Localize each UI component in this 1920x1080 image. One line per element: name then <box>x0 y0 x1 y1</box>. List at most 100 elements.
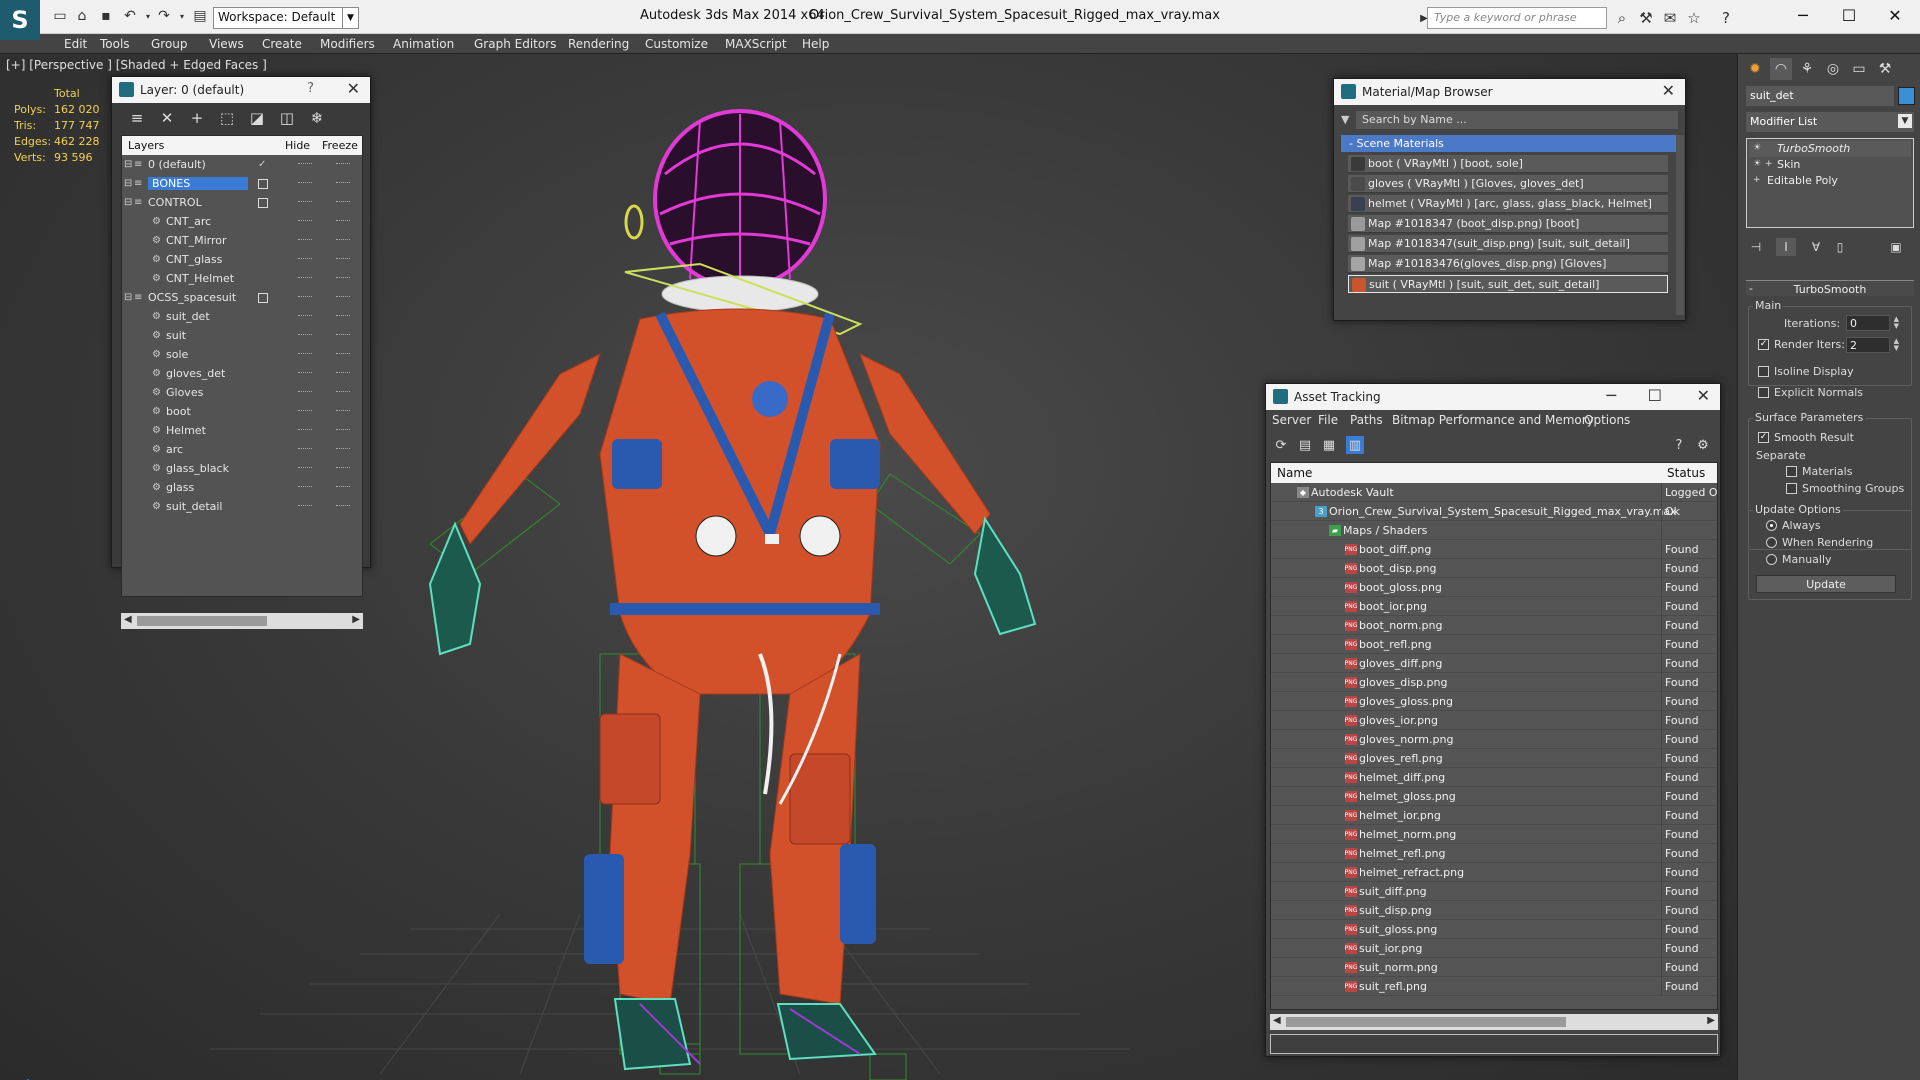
menu-create[interactable]: Create <box>262 37 302 51</box>
favorites-star-icon[interactable]: ☆ <box>1684 8 1704 28</box>
hide-toggle[interactable] <box>298 429 312 431</box>
freeze-all-icon[interactable]: ❄ <box>306 107 328 129</box>
collapse-icon[interactable]: - <box>1749 282 1753 295</box>
layer-row[interactable]: ⚙ suit_detail <box>122 498 362 517</box>
hide-toggle[interactable] <box>298 372 312 374</box>
minimize-icon[interactable]: ─ <box>1780 0 1826 30</box>
asset-menu-server[interactable]: Server <box>1272 413 1311 427</box>
layer-row[interactable]: ⊟ ≡ OCSS_spacesuit <box>122 289 362 308</box>
suit-body[interactable] <box>459 308 991 1005</box>
layer-row[interactable]: ⚙ glass_black <box>122 460 362 479</box>
material-item[interactable]: gloves ( VRayMtl ) [Gloves, gloves_det] <box>1348 175 1668 193</box>
layer-row[interactable]: ⚙ boot <box>122 403 362 422</box>
workspace-select[interactable]: Workspace: Default ▼ <box>213 7 359 29</box>
menu-help[interactable]: Help <box>802 37 829 51</box>
hide-toggle[interactable] <box>298 505 312 507</box>
asset-row[interactable]: PNG boot_disp.png Found <box>1271 559 1717 578</box>
render-iters-checkbox[interactable]: ✓ <box>1758 339 1769 350</box>
layer-row[interactable]: ⚙ CNT_arc <box>122 213 362 232</box>
menu-customize[interactable]: Customize <box>645 37 708 51</box>
hide-toggle[interactable] <box>298 296 312 298</box>
configure-sets-icon[interactable]: ▣ <box>1886 238 1906 256</box>
layer-row[interactable]: ⚙ suit <box>122 327 362 346</box>
menu-tools[interactable]: Tools <box>100 37 130 51</box>
project-folder-icon[interactable]: ▤ <box>190 6 210 26</box>
asset-row[interactable]: PNG gloves_refl.png Found <box>1271 749 1717 768</box>
layer-row[interactable]: ⚙ Gloves <box>122 384 362 403</box>
asset-row[interactable]: PNG suit_refl.png Found <box>1271 977 1717 996</box>
scroll-thumb[interactable] <box>137 616 267 626</box>
stack-item-turbosmooth[interactable]: ☀ TurboSmooth <box>1749 141 1911 157</box>
col-layers[interactable]: Layers <box>128 139 164 152</box>
show-end-result-icon[interactable]: Ι <box>1776 238 1796 256</box>
turbosmooth-rollout[interactable]: - TurboSmooth <box>1746 280 1914 296</box>
freeze-toggle[interactable] <box>336 391 350 393</box>
open-file-icon[interactable]: ⌂ <box>72 6 92 26</box>
help-icon[interactable]: ? <box>1670 436 1688 454</box>
layer-row[interactable]: ⚙ arc <box>122 441 362 460</box>
modify-tab-icon[interactable]: ◠ <box>1770 58 1792 80</box>
minimize-icon[interactable]: ─ <box>1606 386 1616 405</box>
layer-horizontal-scrollbar[interactable]: ◀ ▶ <box>121 613 363 629</box>
create-tab-icon[interactable]: ✹ <box>1744 58 1766 80</box>
hide-toggle[interactable] <box>298 258 312 260</box>
layer-row[interactable]: ⊟ ≡ 0 (default) ✓ <box>122 156 362 175</box>
freeze-toggle[interactable] <box>336 353 350 355</box>
asset-tracking-titlebar[interactable]: Asset Tracking ─ ☐ ✕ <box>1266 384 1720 410</box>
layer-row[interactable]: ⚙ gloves_det <box>122 365 362 384</box>
browser-options-icon[interactable]: ▼ <box>1341 113 1349 126</box>
undo-icon[interactable]: ↶ <box>120 6 140 26</box>
material-search-input[interactable]: Search by Name ... <box>1356 111 1678 129</box>
material-scrollbar[interactable] <box>1676 135 1684 315</box>
freeze-toggle[interactable] <box>336 296 350 298</box>
material-item[interactable]: Map #1018347(suit_disp.png) [suit, suit_… <box>1348 235 1668 253</box>
layer-panel-titlebar[interactable]: Layer: 0 (default) ? ✕ <box>112 77 370 103</box>
layer-row[interactable]: ⚙ CNT_Helmet <box>122 270 362 289</box>
settings-help-icon[interactable]: ⚙ <box>1694 436 1712 454</box>
select-objects-icon[interactable]: ⬚ <box>216 107 238 129</box>
modifier-list-dropdown[interactable]: Modifier List ▼ <box>1746 112 1914 132</box>
freeze-toggle[interactable] <box>336 334 350 336</box>
freeze-toggle[interactable] <box>336 239 350 241</box>
isoline-checkbox[interactable] <box>1758 366 1769 377</box>
material-item[interactable]: Map #1018347 (boot_disp.png) [boot] <box>1348 215 1668 233</box>
asset-row[interactable]: PNG helmet_ior.png Found <box>1271 806 1717 825</box>
asset-row[interactable]: PNG helmet_refl.png Found <box>1271 844 1717 863</box>
freeze-toggle[interactable] <box>336 372 350 374</box>
render-iters-spinner[interactable]: 2 ▲ ▼ <box>1846 337 1899 353</box>
freeze-toggle[interactable] <box>336 277 350 279</box>
layer-row[interactable]: ⊟ ≡ BONES <box>122 175 362 194</box>
active-layer-check-icon[interactable]: ✓ <box>258 159 269 171</box>
close-icon[interactable]: ✕ <box>347 79 360 98</box>
communication-icon[interactable]: ✉ <box>1660 8 1680 28</box>
spinner-arrows-icon[interactable]: ▲ ▼ <box>1894 316 1899 330</box>
asset-row[interactable]: PNG gloves_gloss.png Found <box>1271 692 1717 711</box>
refresh-icon[interactable]: ⟳ <box>1272 436 1290 454</box>
hide-toggle[interactable] <box>298 467 312 469</box>
scroll-thumb[interactable] <box>1286 1017 1566 1027</box>
list-view-icon[interactable]: ▤ <box>1296 436 1314 454</box>
expand-icon[interactable]: + <box>1753 175 1763 185</box>
app-logo-icon[interactable]: S <box>0 0 40 40</box>
add-to-layer-icon[interactable]: + <box>186 107 208 129</box>
asset-row[interactable]: ▰ Maps / Shaders <box>1271 521 1717 540</box>
asset-row[interactable]: PNG gloves_disp.png Found <box>1271 673 1717 692</box>
manually-radio[interactable] <box>1766 554 1777 565</box>
smoothing-groups-checkbox[interactable] <box>1786 483 1797 494</box>
material-item[interactable]: suit ( VRayMtl ) [suit, suit_det, suit_d… <box>1348 275 1668 293</box>
table-view-icon[interactable]: ▥ <box>1346 436 1364 454</box>
asset-row[interactable]: PNG helmet_norm.png Found <box>1271 825 1717 844</box>
menu-views[interactable]: Views <box>209 37 244 51</box>
help-icon[interactable]: ? <box>1716 8 1736 28</box>
menu-animation[interactable]: Animation <box>393 37 454 51</box>
menu-graph-editors[interactable]: Graph Editors <box>474 37 556 51</box>
iterations-spinner[interactable]: 0 ▲ ▼ <box>1846 315 1899 331</box>
hide-toggle[interactable] <box>298 391 312 393</box>
freeze-toggle[interactable] <box>336 258 350 260</box>
maximize-icon[interactable]: ☐ <box>1648 386 1662 405</box>
scroll-right-icon[interactable]: ▶ <box>352 614 360 625</box>
expand-icon[interactable]: + <box>1765 159 1775 169</box>
motion-tab-icon[interactable]: ◎ <box>1822 58 1844 80</box>
boots[interactable] <box>613 998 877 1071</box>
object-name-field[interactable]: suit_det <box>1746 86 1894 106</box>
